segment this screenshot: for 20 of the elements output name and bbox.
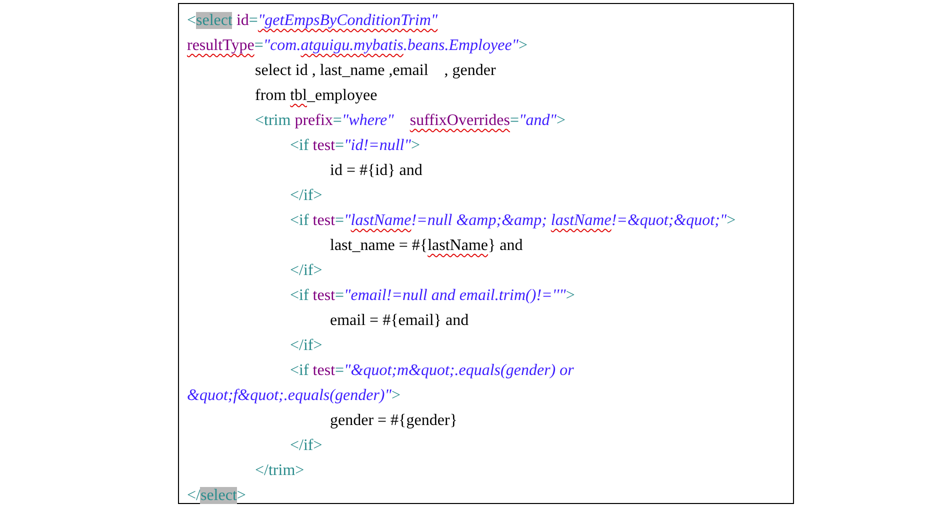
code-line: </trim> (255, 461, 304, 481)
code-line: <if test="&quot;m&quot;.equals(gender) or (290, 361, 574, 381)
code-line: </select> (187, 486, 246, 506)
code-line: <trim prefix="where" suffixOverrides="and"> (255, 111, 566, 131)
code-line: <if test="id!=null"> (290, 136, 420, 156)
code-line: </if> (290, 436, 322, 456)
code-line: from tbl_employee (255, 86, 378, 106)
code-line: id = #{id} and (330, 161, 422, 181)
code-line: </if> (290, 261, 322, 281)
code-line: <if test="lastName!=null &amp;&amp; lastName!=&quot;&quot;"> (290, 211, 736, 231)
code-line: email = #{email} and (330, 311, 469, 331)
code-line: select id , last_name ,email , gender (255, 61, 496, 81)
code-line: gender = #{gender} (330, 411, 458, 431)
code-line: resultType="com.atguigu.mybatis.beans.Employee"> (187, 36, 528, 56)
code-line: </if> (290, 336, 322, 356)
code-line: &quot;f&quot;.equals(gender)"> (187, 386, 400, 406)
code-line: last_name = #{lastName} and (330, 236, 523, 256)
code-line: <select id="getEmpsByConditionTrim" (187, 11, 438, 31)
code-line: </if> (290, 186, 322, 206)
code-line: <if test="email!=null and email.trim()!=''"> (290, 286, 575, 306)
